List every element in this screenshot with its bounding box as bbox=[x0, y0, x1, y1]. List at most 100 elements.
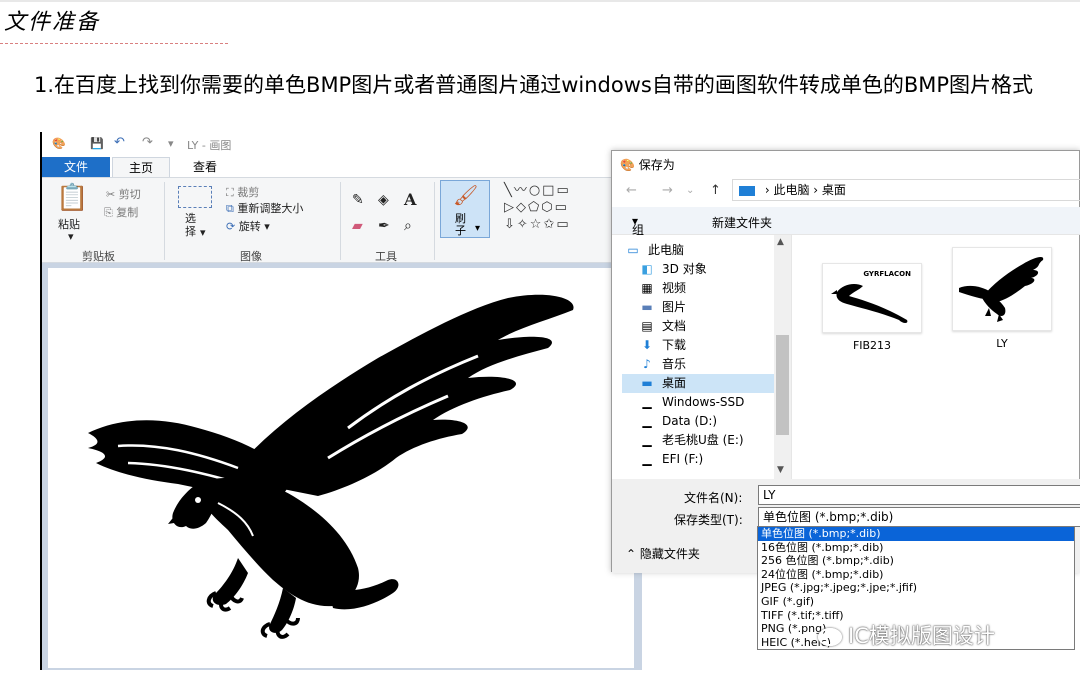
nav-item-windows-ssd[interactable]: ▁ Windows-SSD bbox=[638, 393, 788, 412]
filetype-label: 保存类型(T): bbox=[674, 513, 743, 527]
crop-label: 裁剪 bbox=[237, 186, 260, 199]
pencil-icon[interactable]: ✎ bbox=[352, 192, 364, 208]
chevron-up-icon: ⌃ bbox=[626, 547, 640, 561]
nav-item-efi-f[interactable]: ▁ EFI (F:) bbox=[638, 450, 788, 469]
breadcrumb-separator-icon: › bbox=[813, 183, 822, 197]
desktop-icon: ▬ bbox=[641, 376, 653, 390]
select-icon[interactable] bbox=[178, 186, 212, 208]
eagle-thumbnail bbox=[959, 257, 1044, 322]
recent-dropdown-icon[interactable]: ⌄ bbox=[686, 185, 694, 196]
tab-file[interactable]: 文件 bbox=[42, 157, 110, 177]
forward-arrow-icon[interactable]: → bbox=[662, 183, 673, 198]
dialog-title: 保存为 bbox=[638, 158, 675, 172]
nav-item-desktop[interactable]: ▬ 桌面 bbox=[622, 374, 774, 393]
scroll-up-icon[interactable]: ▲ bbox=[777, 237, 784, 247]
brush-label: 刷子 bbox=[455, 212, 466, 237]
magnifier-icon[interactable]: ⌕ bbox=[404, 218, 412, 234]
file-item-ly[interactable]: LY bbox=[952, 247, 1052, 350]
nav-scrollbar[interactable]: ▲ ▼ bbox=[774, 235, 791, 479]
cut-button[interactable]: ✂ 剪切 bbox=[106, 186, 141, 202]
save-as-dialog: 🎨 保存为 ← → ⌄ ↑ › 此电脑 › 桌面 组织 ▾ 新建文件夹 ▭ 此电脑… bbox=[611, 150, 1080, 573]
watermark: IC模拟版图设计 bbox=[818, 620, 995, 650]
top-divider bbox=[0, 0, 1080, 2]
cut-label: 剪切 bbox=[118, 188, 141, 201]
select-button[interactable]: 选择 bbox=[185, 212, 199, 238]
group-divider bbox=[340, 182, 341, 260]
brush-dropdown-icon: ▾ bbox=[475, 223, 481, 234]
nav-item-label: 老毛桃U盘 (E:) bbox=[662, 433, 744, 447]
fill-icon[interactable]: ◈ bbox=[378, 192, 389, 208]
filetype-select[interactable]: 单色位图 (*.bmp;*.dib) bbox=[758, 507, 1080, 527]
filename-input[interactable]: LY bbox=[758, 485, 1080, 505]
window-title: LY - 画图 bbox=[187, 139, 232, 152]
filetype-option[interactable]: 16色位图 (*.bmp;*.dib) bbox=[758, 541, 1074, 555]
text-tool-icon[interactable]: A bbox=[404, 190, 416, 209]
filetype-option[interactable]: JPEG (*.jpg;*.jpeg;*.jpe;*.jfif) bbox=[758, 581, 1074, 595]
breadcrumb-desktop[interactable]: 桌面 bbox=[822, 183, 846, 197]
scissors-icon: ✂ bbox=[106, 188, 119, 201]
tab-home[interactable]: 主页 bbox=[112, 157, 170, 177]
nav-item-label: Data (D:) bbox=[662, 414, 718, 428]
eraser-icon[interactable]: ▰ bbox=[352, 218, 363, 234]
resize-button[interactable]: ⧉ 重新调整大小 bbox=[226, 200, 303, 216]
nav-item-label: 音乐 bbox=[662, 357, 687, 371]
watermark-text: IC模拟版图设计 bbox=[848, 624, 995, 648]
scroll-down-icon[interactable]: ▼ bbox=[777, 465, 784, 475]
nav-item-music[interactable]: ♪ 音乐 bbox=[638, 355, 788, 374]
filetype-option[interactable]: 单色位图 (*.bmp;*.dib) bbox=[758, 527, 1074, 541]
group-divider bbox=[434, 182, 435, 260]
document-icon: ▤ bbox=[641, 319, 653, 333]
hide-folders-button[interactable]: ⌃ 隐藏文件夹 bbox=[626, 545, 700, 562]
breadcrumb-this-pc[interactable]: 此电脑 bbox=[773, 183, 809, 197]
tab-view[interactable]: 查看 bbox=[180, 157, 230, 177]
save-icon[interactable]: 💾 bbox=[90, 137, 104, 150]
nav-item-this-pc[interactable]: ▭ 此电脑 bbox=[624, 241, 774, 260]
filetype-option[interactable]: 256 色位图 (*.bmp;*.dib) bbox=[758, 554, 1074, 568]
scroll-thumb[interactable] bbox=[776, 335, 789, 435]
filetype-option[interactable]: 24位位图 (*.bmp;*.dib) bbox=[758, 568, 1074, 582]
rotate-button[interactable]: ⟳ 旋转 ▾ bbox=[226, 218, 270, 234]
navigation-pane: ▭ 此电脑 ◧ 3D 对象 ▦ 视频 ▬ 图片 ▤ 文档 ⬇ 下载 ♪ 音乐 ▬ 桌面 ▁ Win… bbox=[612, 235, 792, 479]
ribbon: 📋 粘贴 ▾ ✂ 剪切 ⎘ 复制 剪贴板 选择 ▾ ⛶ 裁剪 ⧉ 重新调整大小 … bbox=[42, 177, 642, 263]
crop-button[interactable]: ⛶ 裁剪 bbox=[226, 184, 259, 200]
shapes-gallery[interactable]: ╲〰○□▭ ▷◇⬠⬡▭ ⇩✧☆✩▭ bbox=[504, 182, 571, 233]
up-arrow-icon[interactable]: ↑ bbox=[710, 183, 721, 198]
redo-icon[interactable]: ↷ bbox=[142, 135, 153, 150]
nav-item-pictures[interactable]: ▬ 图片 bbox=[638, 298, 788, 317]
quick-access-toolbar: 🎨 💾 ↶ ↷ ▾ LY - 画图 bbox=[42, 132, 642, 157]
drawing-canvas[interactable] bbox=[48, 268, 634, 668]
nav-item-downloads[interactable]: ⬇ 下载 bbox=[638, 336, 788, 355]
select-dropdown-icon[interactable]: ▾ bbox=[200, 226, 206, 239]
file-thumbnail bbox=[952, 247, 1052, 331]
nav-item-label: Windows-SSD bbox=[662, 395, 745, 409]
nav-item-label: 文档 bbox=[662, 319, 687, 333]
section-title: 文件准备 bbox=[4, 10, 101, 35]
nav-item-documents[interactable]: ▤ 文档 bbox=[638, 317, 788, 336]
filetype-option[interactable]: GIF (*.gif) bbox=[758, 595, 1074, 609]
address-bar[interactable]: › 此电脑 › 桌面 bbox=[732, 179, 1080, 201]
nav-item-data-d[interactable]: ▁ Data (D:) bbox=[638, 412, 788, 431]
crop-icon: ⛶ bbox=[226, 186, 238, 199]
back-arrow-icon[interactable]: ← bbox=[626, 183, 637, 198]
clipboard-group-label: 剪贴板 bbox=[82, 250, 115, 263]
copy-button[interactable]: ⎘ 复制 bbox=[104, 204, 138, 220]
brush-button[interactable]: 🖌 刷子 ▾ bbox=[440, 180, 490, 238]
paint-app-icon: 🎨 bbox=[620, 158, 639, 172]
color-picker-icon[interactable]: ✒ bbox=[378, 218, 390, 234]
nav-item-3d-objects[interactable]: ◧ 3D 对象 bbox=[638, 260, 788, 279]
filename-label: 文件名(N): bbox=[684, 491, 743, 505]
drive-icon: ▁ bbox=[642, 433, 652, 447]
organize-button[interactable]: 组织 ▾ bbox=[632, 214, 644, 254]
new-folder-button[interactable]: 新建文件夹 bbox=[712, 214, 772, 231]
file-name: LY bbox=[996, 337, 1008, 350]
paste-dropdown-icon[interactable]: ▾ bbox=[68, 230, 74, 243]
instruction-text: 1.在百度上找到你需要的单色BMP图片或者普通图片通过windows自带的画图软… bbox=[34, 73, 1034, 97]
clipboard-icon: 📋 bbox=[56, 183, 89, 213]
nav-item-videos[interactable]: ▦ 视频 bbox=[638, 279, 788, 298]
nav-item-usb-e[interactable]: ▁ 老毛桃U盘 (E:) bbox=[638, 431, 788, 450]
brush-icon: 🖌 bbox=[453, 183, 479, 207]
file-item-fib213[interactable]: GYRFLACON FIB213 bbox=[822, 263, 922, 352]
rotate-icon: ⟳ bbox=[226, 220, 239, 233]
undo-icon[interactable]: ↶ bbox=[114, 135, 125, 150]
customize-qat-icon[interactable]: ▾ bbox=[168, 137, 174, 150]
